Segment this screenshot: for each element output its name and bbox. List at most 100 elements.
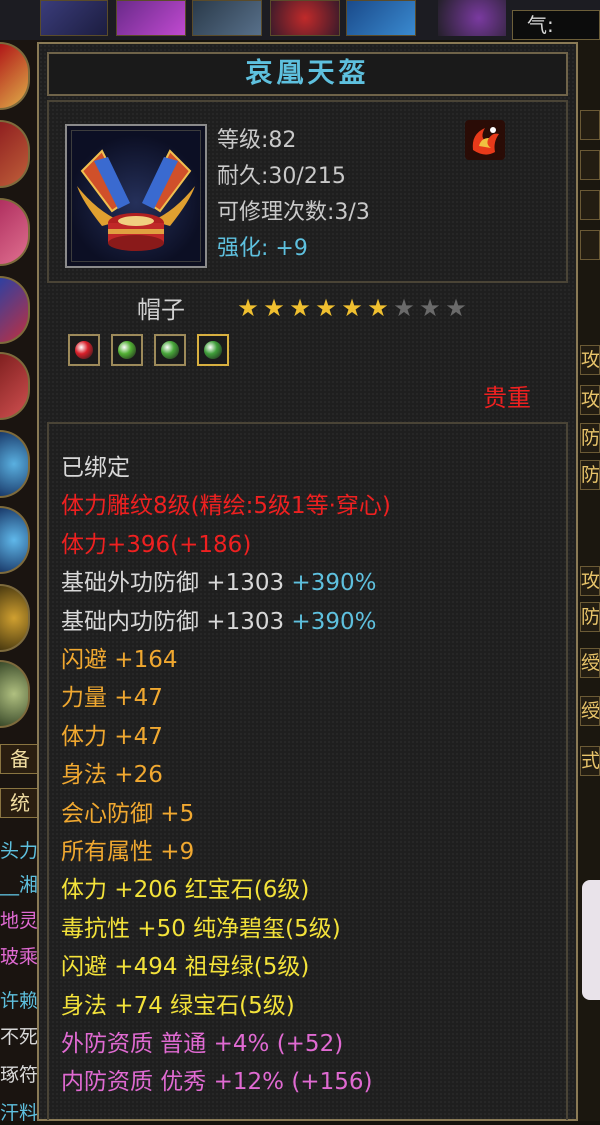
durability-value: :30/215: [261, 164, 346, 189]
left-list-item[interactable]: __湘: [0, 870, 40, 897]
left-tab-equip[interactable]: 备: [0, 744, 40, 774]
attribute-line: 基础内功防御 +1303 +390%: [61, 602, 376, 636]
right-stat-label: 攻: [580, 566, 600, 596]
attribute-line: 身法 +26: [61, 755, 163, 789]
star-filled-icon: ★: [367, 294, 389, 322]
level-stat: 等级:82: [217, 122, 296, 154]
item-tooltip: 哀凰天盔 等级:82 耐久:30/215 可修理次数:3/3 强化: +9 帽子…: [37, 42, 578, 1121]
attribute-line: 外防资质 普通 +4% (+52): [61, 1024, 343, 1058]
star-rating: ★ ★ ★ ★ ★ ★ ★ ★ ★: [235, 295, 469, 321]
equip-slot-icon[interactable]: [0, 42, 30, 110]
equip-slot-icon[interactable]: [0, 430, 30, 498]
right-stat-cell: [580, 150, 600, 180]
left-list-item[interactable]: 头力: [0, 836, 40, 863]
item-title-bar: 哀凰天盔: [47, 52, 568, 96]
attribute-bonus: +390%: [284, 608, 377, 635]
attribute-line: 所有属性 +9: [61, 832, 194, 866]
attribute-text: 所有属性 +9: [61, 839, 195, 865]
flower-decoration: [582, 880, 600, 1000]
attribute-text: 基础内功防御 +1303: [61, 608, 285, 635]
equip-slot-icon[interactable]: [0, 120, 30, 188]
right-stat-label: 防: [580, 423, 600, 453]
item-type: 帽子: [137, 296, 185, 324]
rarity-label: 贵重: [483, 384, 531, 412]
left-list-item[interactable]: 不死: [0, 1022, 40, 1049]
attribute-line: 身法 +74 绿宝石(5级): [61, 986, 295, 1020]
top-slot-icon[interactable]: [116, 0, 186, 36]
top-slot-icon[interactable]: [438, 0, 506, 36]
equip-slot-icon[interactable]: [0, 352, 30, 420]
gem-socket: [154, 334, 186, 366]
attribute-line: 内防资质 优秀 +12% (+156): [61, 1062, 372, 1096]
attribute-line: 会心防御 +5: [61, 794, 194, 828]
durability-label: 耐久: [217, 164, 262, 189]
attribute-line: 闪避 +164: [61, 640, 177, 674]
attribute-text: 内防资质 优秀 +12% (+156): [61, 1069, 373, 1096]
qi-indicator: 气:: [512, 10, 600, 40]
top-slot-icon[interactable]: [270, 0, 340, 36]
green-gem-icon: [161, 341, 179, 359]
equip-slot-icon[interactable]: [0, 584, 30, 652]
star-filled-icon: ★: [341, 294, 363, 322]
right-stat-cell: [580, 110, 600, 140]
left-tab-system[interactable]: 统: [0, 788, 40, 818]
attribute-text: 外防资质 普通 +4% (+52): [61, 1031, 344, 1057]
equip-slot-icon[interactable]: [0, 276, 30, 344]
attribute-text: 身法 +26: [61, 762, 163, 789]
attribute-line: 体力+396(+186): [61, 525, 251, 559]
repair-stat: 可修理次数:3/3: [217, 194, 370, 226]
enhance-label: 强化:: [217, 236, 269, 261]
star-empty-icon: ★: [419, 294, 441, 322]
attribute-line: 体力雕纹8级(精绘:5级1等·穿心): [61, 486, 391, 520]
star-empty-icon: ★: [445, 294, 467, 322]
gem-socket: [111, 334, 143, 366]
equipment-sidebar: 备 统 头力 __湘 地灵 玻乘 许赖 不死 琢符 汗料: [0, 40, 42, 1124]
left-list-item[interactable]: 玻乘: [0, 942, 40, 969]
star-filled-icon: ★: [315, 294, 337, 322]
top-item-bar: 气:: [0, 0, 600, 40]
attribute-text: 体力+396(+186): [61, 531, 252, 558]
attribute-text: 会心防御 +5: [61, 800, 195, 827]
item-icon-frame: [65, 124, 207, 268]
top-slot-icon[interactable]: [40, 0, 108, 36]
jade-gem-icon: [204, 341, 222, 359]
level-label: 等级: [217, 128, 262, 153]
attribute-text: 已绑定: [61, 455, 130, 481]
level-value: :82: [261, 128, 297, 153]
item-name: 哀凰天盔: [245, 58, 370, 89]
attribute-text: 基础外功防御 +1303: [61, 570, 285, 597]
equip-slot-icon[interactable]: [0, 198, 30, 266]
right-stat-label: 绶: [580, 696, 600, 726]
green-gem-icon: [118, 341, 136, 359]
right-stat-label: 绶: [580, 648, 600, 678]
right-stat-label: 攻: [580, 385, 600, 415]
attribute-line: 基础外功防御 +1303 +390%: [61, 563, 376, 597]
enhance-value: +9: [275, 236, 308, 261]
attribute-line: 体力 +47: [61, 717, 163, 751]
repair-value: :3/3: [327, 200, 370, 225]
right-stat-label: 攻: [580, 345, 600, 375]
left-list-item[interactable]: 许赖: [0, 986, 40, 1013]
right-stat-cell: [580, 230, 600, 260]
attribute-text: 体力 +206 红宝石(6级): [61, 877, 310, 904]
equip-slot-icon[interactable]: [0, 506, 30, 574]
attribute-line: 已绑定: [61, 448, 130, 482]
attribute-bonus: +390%: [284, 570, 377, 597]
left-list-item[interactable]: 琢符: [0, 1060, 40, 1087]
star-empty-icon: ★: [393, 294, 415, 322]
top-slot-icon[interactable]: [346, 0, 416, 36]
gem-socket: [68, 334, 100, 366]
enhance-stat: 强化: +9: [217, 230, 308, 262]
attribute-line: 力量 +47: [61, 678, 163, 712]
right-stat-label: 式: [580, 746, 600, 776]
red-gem-icon: [75, 341, 93, 359]
left-list-item[interactable]: 地灵: [0, 906, 40, 933]
right-stat-label: 防: [580, 460, 600, 490]
top-slot-icon[interactable]: [192, 0, 262, 36]
attribute-line: 闪避 +494 祖母绿(5级): [61, 947, 309, 981]
attribute-text: 力量 +47: [61, 685, 163, 712]
item-attributes: 已绑定体力雕纹8级(精绘:5级1等·穿心) 体力+396(+186) 基础外功防御 …: [47, 422, 568, 1120]
equip-slot-icon[interactable]: [0, 660, 30, 728]
bound-badge-icon: [465, 120, 505, 160]
gem-socket: [197, 334, 229, 366]
